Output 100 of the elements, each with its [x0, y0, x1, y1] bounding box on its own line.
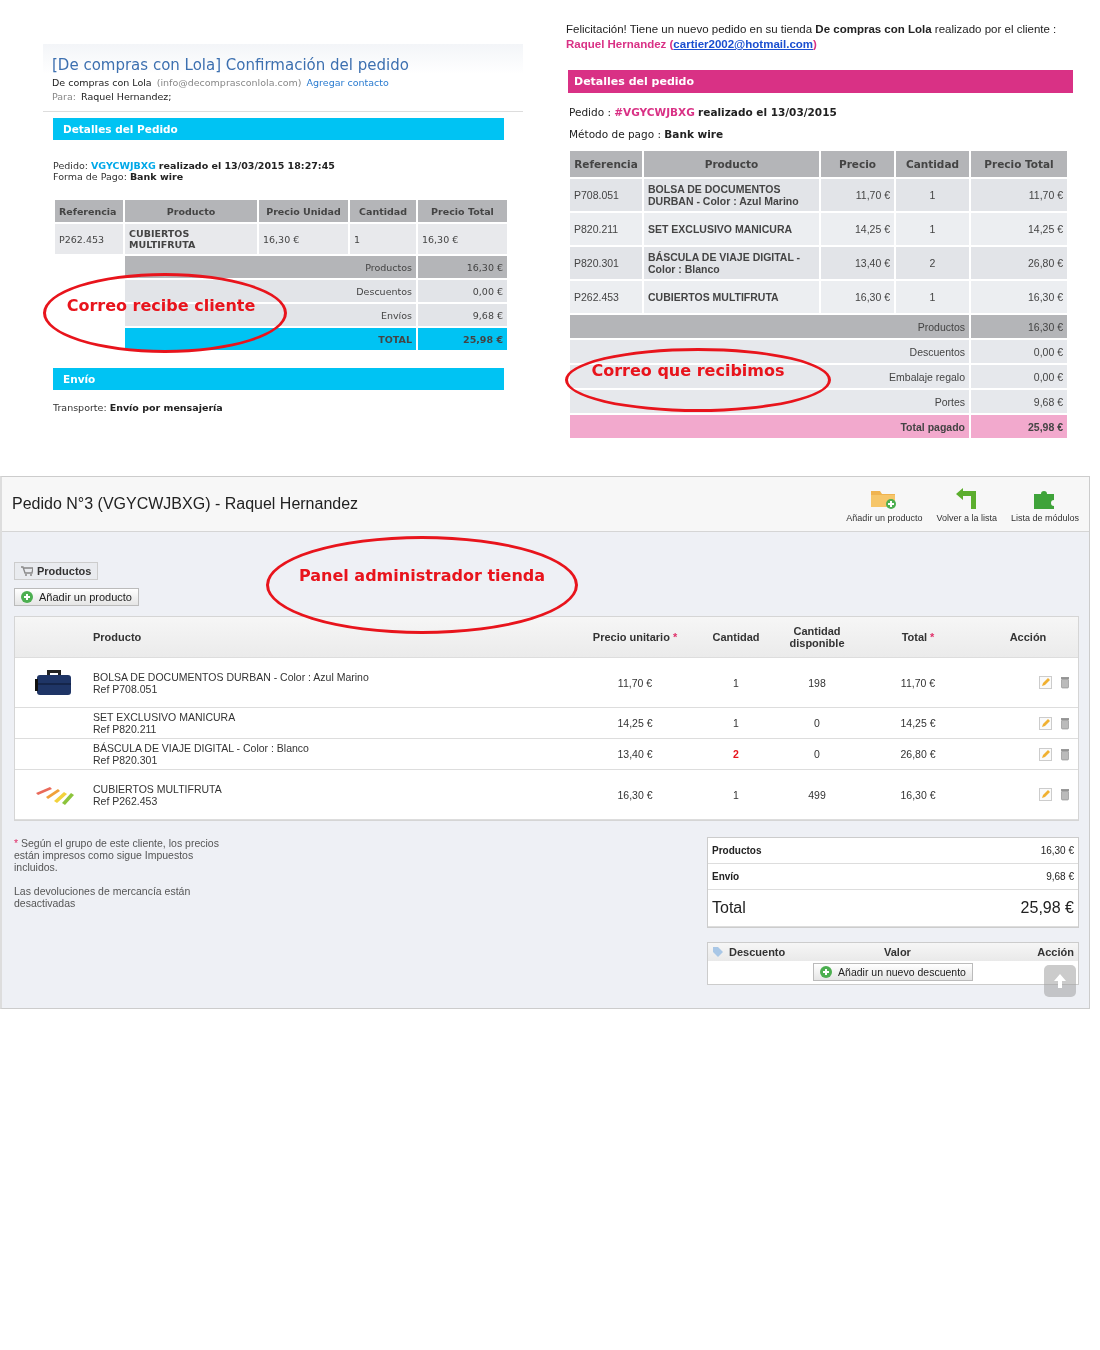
- column-header: Precio: [821, 151, 894, 177]
- trash-icon[interactable]: [1060, 747, 1070, 761]
- totals-label: Portes: [570, 390, 969, 413]
- add-icon: [21, 591, 33, 603]
- table-cell-text: 11,70 €: [899, 676, 937, 689]
- table-cell-text: 2: [732, 748, 740, 760]
- table-cell-text: 14,25 €: [616, 717, 654, 729]
- totals-value: 0,00 €: [971, 365, 1067, 388]
- table-cell-text: 1: [732, 676, 740, 689]
- table-cell: 16,30 €: [259, 224, 348, 254]
- scroll-top-button[interactable]: [1044, 965, 1076, 997]
- table-cell: 2: [896, 247, 969, 279]
- back-arrow-icon: [954, 485, 979, 510]
- table-cell: 16,30 €: [418, 224, 507, 254]
- column-header: Referencia: [570, 151, 642, 177]
- table-cell: 16,30 €: [821, 281, 894, 313]
- table-cell: 11,70 €: [821, 179, 894, 211]
- order-line: Pedido : #VGYCWJBXG realizado el 13/03/2015: [568, 105, 838, 120]
- table-cell: BOLSA DE DOCUMENTOS DURBAN - Color : Azul Marino: [644, 179, 819, 211]
- table-cell-text: 14,25 €: [899, 717, 937, 729]
- column-header: Total *: [900, 631, 936, 643]
- add-contact-link[interactable]: Agregar contacto: [306, 77, 389, 88]
- table-cell: 26,80 €: [971, 247, 1067, 279]
- table-cell: CUBIERTOS MULTIFRUTA: [644, 281, 819, 313]
- product-ref: Ref P820.301: [93, 754, 159, 766]
- summary-value: 9,68 €: [1046, 871, 1074, 882]
- product-name: SET EXCLUSIVO MANICURA: [93, 711, 237, 723]
- product-ref: Ref P708.051: [93, 682, 159, 695]
- edit-icon[interactable]: [1039, 716, 1052, 730]
- totals-label: Total pagado: [570, 415, 969, 438]
- add-product-button[interactable]: Añadir un producto: [14, 588, 139, 606]
- column-header: Precio Total: [971, 151, 1067, 177]
- annotation-label: Correo que recibimos: [591, 360, 785, 380]
- product-name: BÁSCULA DE VIAJE DIGITAL - Color : Blanco: [93, 742, 310, 754]
- column-header: Valor: [884, 946, 912, 958]
- section-header: Detalles del pedido: [568, 70, 1073, 93]
- payment-line: Método de pago : Bank wire: [568, 127, 725, 142]
- table-cell-text: 198: [807, 676, 827, 689]
- summary-label: Productos: [712, 845, 762, 856]
- trash-icon[interactable]: [1060, 716, 1070, 730]
- tag-icon: [712, 946, 724, 958]
- toolbar-button[interactable]: Lista de módulos: [1010, 485, 1079, 523]
- totals-label: Productos: [125, 256, 416, 278]
- table-cell: CUBIERTOS MULTIFRUTA: [125, 224, 257, 254]
- column-header: Precio unitario *: [591, 631, 679, 643]
- table-cell: 14,25 €: [971, 213, 1067, 245]
- sender-name: De compras con Lola: [52, 77, 152, 88]
- column-header: Producto: [125, 200, 257, 222]
- transport-line: Transporte: Envío por mensajería: [52, 402, 224, 413]
- trash-icon[interactable]: [1060, 788, 1070, 801]
- totals-value: 25,98 €: [418, 328, 507, 350]
- payment-line: Forma de Pago: Bank wire: [52, 171, 185, 182]
- edit-icon[interactable]: [1039, 676, 1052, 689]
- toolbar-button[interactable]: Volver a la lista: [936, 485, 997, 523]
- summary-value: 16,30 €: [1040, 845, 1074, 856]
- email-subject: [De compras con Lola] Confirmación del pedido: [51, 55, 410, 74]
- table-cell: 13,40 €: [821, 247, 894, 279]
- email-link[interactable]: cartier2002@hotmail.com: [673, 38, 814, 50]
- column-header: Cantidad disponible: [788, 625, 846, 649]
- table-cell: P262.453: [55, 224, 123, 254]
- table-cell: P708.051: [570, 179, 642, 211]
- table-cell: 1: [896, 179, 969, 211]
- trash-icon[interactable]: [1060, 676, 1070, 689]
- totals-label: Descuentos: [570, 340, 969, 363]
- table-cell-text: 1: [732, 788, 740, 801]
- totals-value: 0,00 €: [418, 280, 507, 302]
- table-cell: 14,25 €: [821, 213, 894, 245]
- products-tab[interactable]: Productos: [14, 562, 99, 580]
- table-cell-text: 26,80 €: [899, 748, 937, 760]
- column-header: Cantidad: [896, 151, 969, 177]
- table-cell-text: 13,40 €: [616, 748, 654, 760]
- order-line: Pedido: VGYCWJBXG realizado el 13/03/2015 18:27:45: [52, 160, 336, 171]
- table-cell: 1: [896, 281, 969, 313]
- section-header: Detalles del Pedido: [53, 118, 504, 140]
- column-header: Cantidad: [350, 200, 416, 222]
- annotation-label: Panel administrador tienda: [298, 565, 546, 585]
- table-cell: BÁSCULA DE VIAJE DIGITAL - Color : Blanco: [644, 247, 819, 279]
- edit-icon[interactable]: [1039, 747, 1052, 761]
- column-header: Referencia: [55, 200, 123, 222]
- toolbar-button[interactable]: Añadir un producto: [846, 485, 923, 523]
- table-cell: 1: [350, 224, 416, 254]
- totals-value: 9,68 €: [418, 304, 507, 326]
- intro-text: Felicitación! Tiene un nuevo pedido en su tienda De compras con Lola realizado por el cliente :: [565, 22, 1058, 37]
- summary-label: Total: [712, 899, 746, 917]
- table-cell-text: 11,70 €: [616, 676, 654, 689]
- column-header: Acción: [1008, 631, 1048, 643]
- add-discount-button[interactable]: Añadir un nuevo descuento: [813, 963, 973, 981]
- product-name: BOLSA DE DOCUMENTOS DURBAN - Color : Azul Marino: [93, 670, 370, 683]
- totals-value: 0,00 €: [971, 340, 1067, 363]
- add-icon: [820, 966, 833, 978]
- page-title: Pedido N°3 (VGYCWJBXG) - Raquel Hernandez: [12, 495, 359, 513]
- table-cell-text: 16,30 €: [616, 788, 654, 801]
- table-cell: P820.301: [570, 247, 642, 279]
- totals-value: 25,98 €: [971, 415, 1067, 438]
- edit-icon[interactable]: [1039, 788, 1052, 801]
- product-name: CUBIERTOS MULTIFRUTA: [93, 782, 223, 795]
- table-cell: SET EXCLUSIVO MANICURA: [644, 213, 819, 245]
- note-text: Las devoluciones de mercancía están desactivadas: [14, 885, 192, 909]
- table-cell: 16,30 €: [971, 281, 1067, 313]
- column-header: Precio Unidad: [259, 200, 348, 222]
